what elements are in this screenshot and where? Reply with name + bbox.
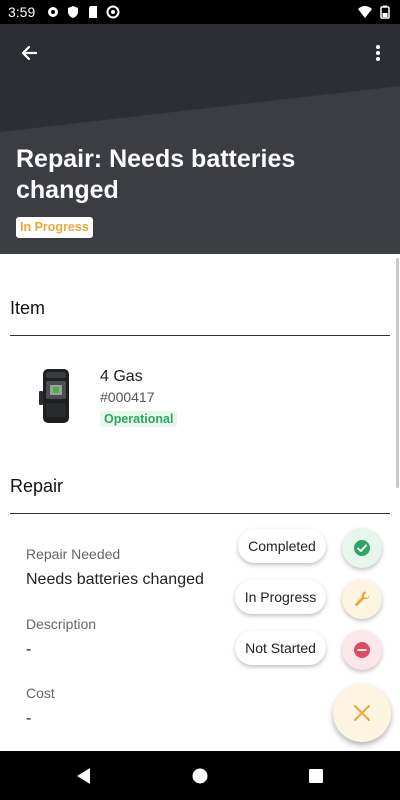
- repair-needed-label: Repair Needed: [26, 546, 121, 562]
- back-arrow-icon[interactable]: [14, 38, 44, 68]
- scrollbar[interactable]: [396, 258, 399, 488]
- wrench-icon: [355, 591, 370, 606]
- minus-circle-icon: [354, 642, 370, 658]
- status-time: 3:59: [8, 4, 36, 20]
- item-section-title: Item: [10, 298, 46, 318]
- battery-icon: [380, 5, 390, 19]
- item-name[interactable]: 4 Gas: [100, 368, 143, 386]
- in-progress-option-button[interactable]: [342, 579, 382, 619]
- navigation-bar: [0, 751, 400, 800]
- recents-square-icon[interactable]: [306, 766, 326, 786]
- more-options-icon[interactable]: [370, 40, 386, 66]
- settings-icon: [48, 7, 58, 17]
- repair-divider: [10, 513, 390, 514]
- content-area[interactable]: Item 4 Gas #000417 Operational Repair Re…: [0, 254, 400, 751]
- wifi-icon: [358, 6, 372, 18]
- home-circle-icon[interactable]: [190, 766, 210, 786]
- item-status-badge: Operational: [100, 411, 178, 427]
- cost-label: Cost: [26, 685, 55, 701]
- repair-section-title: Repair: [10, 476, 64, 496]
- header: Repair: Needs batteries changed In Progr…: [0, 24, 400, 254]
- sd-card-icon: [89, 6, 97, 18]
- not-started-option-button[interactable]: [342, 630, 382, 670]
- shield-icon: [68, 6, 78, 18]
- completed-option-label[interactable]: Completed: [238, 529, 326, 563]
- cost-value: -: [26, 710, 32, 727]
- item-number: #000417: [100, 389, 155, 405]
- repair-status-badge: In Progress: [16, 217, 93, 238]
- status-bar: 3:59: [0, 0, 400, 24]
- in-progress-option-label[interactable]: In Progress: [235, 580, 326, 614]
- not-started-option-label[interactable]: Not Started: [235, 631, 326, 665]
- repair-needed-value: Needs batteries changed: [26, 571, 204, 588]
- gas-detector-image[interactable]: [38, 367, 74, 425]
- close-icon: [354, 705, 370, 721]
- description-value: -: [26, 641, 32, 658]
- close-speed-dial-button[interactable]: [333, 684, 391, 742]
- item-divider: [10, 335, 390, 336]
- description-label: Description: [26, 616, 97, 632]
- back-triangle-icon[interactable]: [74, 766, 94, 786]
- completed-option-button[interactable]: [342, 528, 382, 568]
- data-saver-icon: [106, 5, 120, 19]
- check-circle-icon: [354, 540, 370, 556]
- page-title: Repair: Needs batteries changed: [16, 145, 296, 204]
